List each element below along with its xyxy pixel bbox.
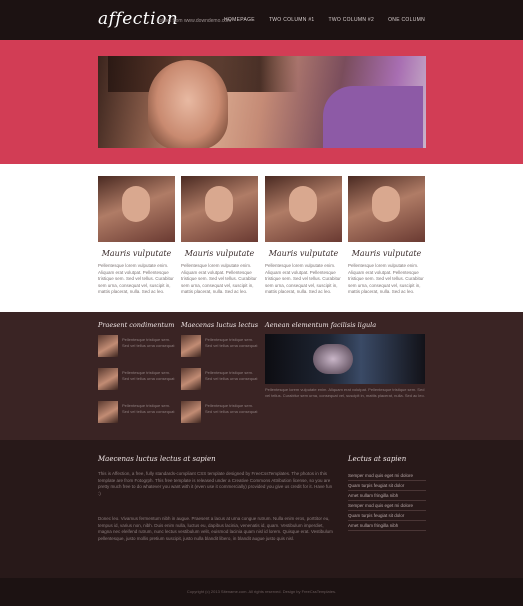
side-link[interactable]: Quam turpis feugiat sit dolor xyxy=(348,481,426,491)
mini-text: Pellentesque tristique sem. Sed vel tell… xyxy=(122,337,175,348)
mini-thumb xyxy=(98,335,118,357)
nav-two-column-2[interactable]: TWO COLUMN #2 xyxy=(329,17,375,23)
site-header: affection collect from www.downdemo.com … xyxy=(0,0,523,40)
mini-text: Pellentesque tristique sem. Sed vel tell… xyxy=(205,337,258,348)
side-link[interactable]: Amet nullam fringilla nibh xyxy=(348,521,426,531)
nav-one-column[interactable]: ONE COLUMN xyxy=(388,17,425,23)
nav-homepage[interactable]: HOMEPAGE xyxy=(224,17,255,23)
card-image[interactable] xyxy=(265,176,342,242)
mini-thumb xyxy=(181,368,201,390)
col3-title: Aenean elementum facilisis ligula xyxy=(265,321,377,329)
card-text: Pellentesque lorem vulputate enim. Aliqu… xyxy=(181,263,257,294)
mini-item[interactable]: Pellentesque tristique sem. Sed vel tell… xyxy=(181,401,259,423)
col1-title: Praesent condimentum xyxy=(98,321,175,329)
card-title: Mauris vulputate xyxy=(184,249,255,258)
card-image[interactable] xyxy=(348,176,425,242)
mini-item[interactable]: Pellentesque tristique sem. Sed vel tell… xyxy=(98,368,176,390)
col2-title: Maecenas luctus lectus xyxy=(181,321,259,329)
card-text: Pellentesque lorem vulputate enim. Aliqu… xyxy=(98,263,174,294)
mini-thumb xyxy=(181,401,201,423)
card-title: Mauris vulputate xyxy=(268,249,339,258)
mini-thumb xyxy=(181,335,201,357)
mini-text: Pellentesque tristique sem. Sed vel tell… xyxy=(122,370,175,381)
mini-thumb xyxy=(98,368,118,390)
mini-thumb xyxy=(98,401,118,423)
feature-text: Pellentesque lorem vulputate enim. Aliqu… xyxy=(265,387,425,398)
card-title: Mauris vulputate xyxy=(351,249,422,258)
side-link[interactable]: Semper mod quis eget mi dolore xyxy=(348,501,426,511)
footer: Copyright (c) 2013 Sitename.com. All rig… xyxy=(0,578,523,606)
card-title: Mauris vulputate xyxy=(101,249,172,258)
mini-text: Pellentesque tristique sem. Sed vel tell… xyxy=(205,403,258,414)
content-section xyxy=(0,440,523,578)
feature-card: Mauris vulputate Pellentesque lorem vulp… xyxy=(98,176,175,296)
card-image[interactable] xyxy=(98,176,175,242)
hero-face xyxy=(148,60,228,148)
feature-card: Mauris vulputate Pellentesque lorem vulp… xyxy=(265,176,342,296)
main-nav: HOMEPAGE TWO COLUMN #1 TWO COLUMN #2 ONE… xyxy=(224,17,425,23)
footer-text: Copyright (c) 2013 Sitename.com. All rig… xyxy=(186,589,337,594)
feature-card: Mauris vulputate Pellentesque lorem vulp… xyxy=(181,176,258,296)
side-link[interactable]: Quam turpis feugiat sit dolor xyxy=(348,511,426,521)
card-image[interactable] xyxy=(181,176,258,242)
paragraph-2: Donec leo. Vivamus fermentum nibh in aug… xyxy=(98,516,333,541)
feature-image[interactable] xyxy=(265,334,425,384)
secondary-section xyxy=(0,312,523,440)
side-links: Semper mod quis eget mi dolore Quam turp… xyxy=(348,471,426,531)
feature-card: Mauris vulputate Pellentesque lorem vulp… xyxy=(348,176,425,296)
mini-item[interactable]: Pellentesque tristique sem. Sed vel tell… xyxy=(181,368,259,390)
featured-section xyxy=(0,164,523,312)
paragraph-1: This is Affection, a free, fully standar… xyxy=(98,471,333,496)
hero-garment xyxy=(323,86,423,148)
hero-image xyxy=(98,56,426,148)
mini-item[interactable]: Pellentesque tristique sem. Sed vel tell… xyxy=(98,335,176,357)
card-text: Pellentesque lorem vulputate enim. Aliqu… xyxy=(265,263,341,294)
card-text: Pellentesque lorem vulputate enim. Aliqu… xyxy=(348,263,424,294)
mini-item[interactable]: Pellentesque tristique sem. Sed vel tell… xyxy=(98,401,176,423)
mini-text: Pellentesque tristique sem. Sed vel tell… xyxy=(205,370,258,381)
mini-text: Pellentesque tristique sem. Sed vel tell… xyxy=(122,403,175,414)
side-link[interactable]: Amet nullam fringilla nibh xyxy=(348,491,426,501)
nav-two-column-1[interactable]: TWO COLUMN #1 xyxy=(269,17,315,23)
side-link[interactable]: Semper mod quis eget mi dolore xyxy=(348,471,426,481)
tagline: collect from www.downdemo.com xyxy=(157,18,232,24)
mini-item[interactable]: Pellentesque tristique sem. Sed vel tell… xyxy=(181,335,259,357)
side-title: Lectus at sapien xyxy=(348,455,407,463)
main-title: Maecenas luctus lectus at sapien xyxy=(98,455,216,463)
